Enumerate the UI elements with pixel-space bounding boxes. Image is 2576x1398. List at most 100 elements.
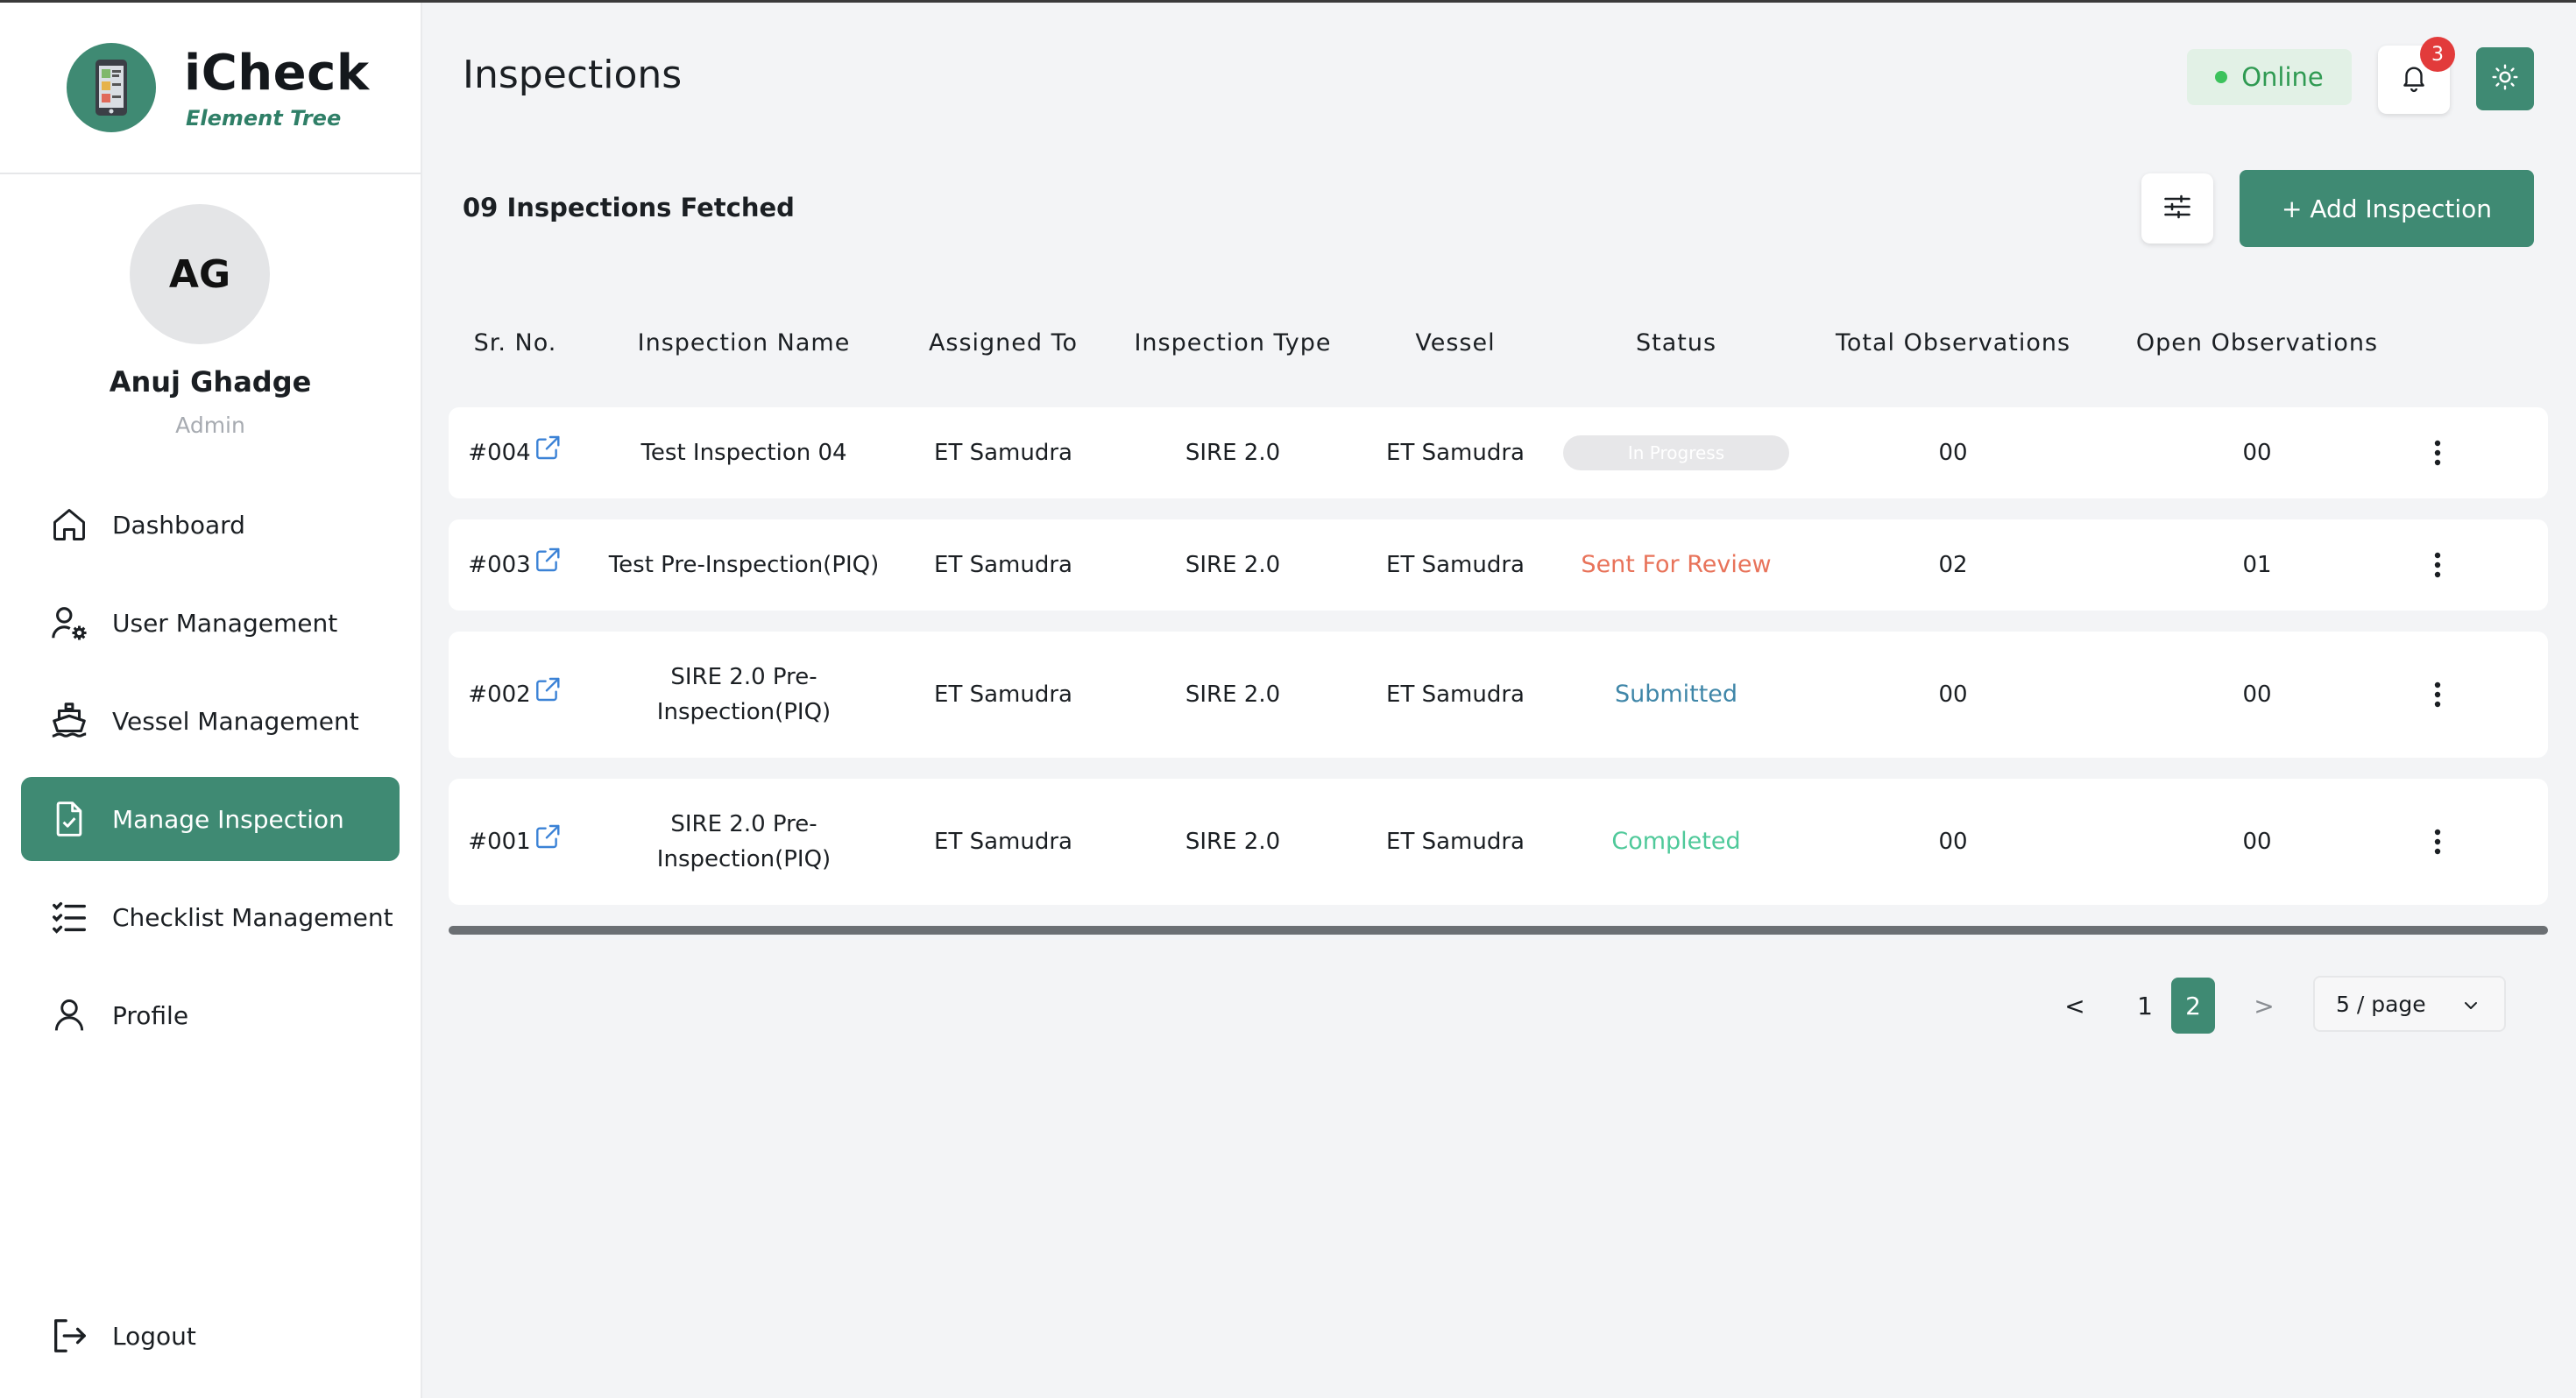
logout-icon <box>49 1316 89 1356</box>
brand-header: iCheck Element Tree <box>0 3 421 174</box>
external-link-icon[interactable] <box>534 823 563 861</box>
column-header-status[interactable]: Status <box>1636 329 1716 357</box>
inspection-type-cell: SIRE 2.0 <box>1185 440 1281 466</box>
sidebar-item-user-management[interactable]: User Management <box>21 581 400 665</box>
inspection-name-line: Test Inspection 04 <box>640 440 847 466</box>
vessel-cell: ET Samudra <box>1386 440 1525 466</box>
pagination-page-1[interactable]: 1 <box>2127 978 2162 1034</box>
inspection-name-line: Test Pre-Inspection(PIQ) <box>608 552 880 578</box>
sr-no-text: #004 <box>468 440 531 466</box>
external-link-icon[interactable] <box>534 675 563 714</box>
chevron-down-icon <box>2460 995 2481 1021</box>
connection-status-badge: Online <box>2187 49 2352 105</box>
inspection-name-line: SIRE 2.0 Pre- <box>670 664 817 690</box>
status-badge: Submitted <box>1614 681 1738 708</box>
table-row[interactable]: #003 Test Pre-Inspection(PIQ) ET Samudra… <box>449 519 2548 611</box>
table-horizontal-scrollbar[interactable] <box>449 926 2548 935</box>
app-logo-icon <box>67 43 156 132</box>
inspection-type-cell: SIRE 2.0 <box>1185 681 1281 708</box>
notification-count-badge: 3 <box>2420 37 2455 72</box>
theme-toggle-button[interactable] <box>2476 47 2534 110</box>
inspection-name-cell: Test Pre-Inspection(PIQ) <box>609 547 880 582</box>
pagination-page-2[interactable]: 2 <box>2171 978 2215 1034</box>
assigned-to-cell: ET Samudra <box>934 552 1072 578</box>
user-name: Anuj Ghadge <box>109 365 312 399</box>
sidebar-item-checklist-management[interactable]: Checklist Management <box>21 875 400 959</box>
row-actions-more-icon[interactable] <box>2420 547 2455 582</box>
column-header-total-observations[interactable]: Total Observations <box>1836 329 2070 357</box>
sr-no-cell[interactable]: #003 <box>468 546 562 584</box>
vessel-cell: ET Samudra <box>1386 829 1525 855</box>
column-header-assigned-to[interactable]: Assigned To <box>929 329 1078 357</box>
row-actions-more-icon[interactable] <box>2420 677 2455 712</box>
add-inspection-button[interactable]: + Add Inspection <box>2240 170 2534 247</box>
logout-button[interactable]: Logout <box>21 1294 400 1378</box>
open-observations-cell: 00 <box>2242 829 2272 855</box>
sidebar-item-label: User Management <box>112 608 338 638</box>
external-link-icon[interactable] <box>534 546 563 584</box>
open-observations-cell: 01 <box>2242 552 2272 578</box>
sidebar-item-label: Vessel Management <box>112 706 359 736</box>
inspection-type-cell: SIRE 2.0 <box>1185 829 1281 855</box>
online-dot-icon <box>2215 71 2228 83</box>
column-header-open-observations[interactable]: Open Observations <box>2136 329 2378 357</box>
sr-no-cell[interactable]: #002 <box>468 675 562 714</box>
sidebar-item-dashboard[interactable]: Dashboard <box>21 483 400 567</box>
avatar[interactable]: AG <box>130 204 270 344</box>
status-badge: Completed <box>1611 828 1741 855</box>
status-badge: Sent For Review <box>1581 551 1772 578</box>
sidebar-item-profile[interactable]: Profile <box>21 973 400 1057</box>
bell-icon <box>2399 63 2429 96</box>
total-observations-cell: 00 <box>1938 681 1968 708</box>
ship-icon <box>49 701 89 741</box>
sr-no-text: #002 <box>468 681 531 708</box>
table-row[interactable]: #004 Test Inspection 04 ET Samudra SIRE … <box>449 407 2548 498</box>
brand-subtitle: Element Tree <box>186 106 342 131</box>
sidebar-item-label: Checklist Management <box>112 902 393 932</box>
pagination-next-button[interactable]: > <box>2247 978 2282 1034</box>
sidebar-item-label: Profile <box>112 1000 189 1030</box>
filter-button[interactable] <box>2141 173 2213 244</box>
sliders-icon <box>2162 191 2193 226</box>
page-title: Inspections <box>463 53 683 97</box>
table-row[interactable]: #002 SIRE 2.0 Pre- Inspection(PIQ) ET Sa… <box>449 632 2548 758</box>
total-observations-cell: 02 <box>1938 552 1968 578</box>
row-actions-more-icon[interactable] <box>2420 824 2455 859</box>
sidebar-item-vessel-management[interactable]: Vessel Management <box>21 679 400 763</box>
external-link-icon[interactable] <box>534 434 563 472</box>
home-icon <box>49 505 89 545</box>
checklist-icon <box>49 897 89 937</box>
column-header-inspection-name[interactable]: Inspection Name <box>638 329 851 357</box>
sidebar-item-label: Manage Inspection <box>112 804 344 834</box>
brand-name: iCheck <box>184 45 370 102</box>
sidebar-item-label: Dashboard <box>112 510 245 540</box>
sidebar-nav: Dashboard User Management Vessel Managem… <box>21 483 400 1071</box>
page-size-value: 5 / page <box>2336 991 2426 1017</box>
table-row[interactable]: #001 SIRE 2.0 Pre- Inspection(PIQ) ET Sa… <box>449 779 2548 905</box>
row-actions-more-icon[interactable] <box>2420 435 2455 470</box>
pagination-prev-button[interactable]: < <box>2056 978 2094 1034</box>
page-size-select[interactable]: 5 / page <box>2313 976 2506 1032</box>
inspection-name-line: Inspection(PIQ) <box>656 846 832 872</box>
assigned-to-cell: ET Samudra <box>934 440 1072 466</box>
sr-no-cell[interactable]: #004 <box>468 434 562 472</box>
sidebar-item-manage-inspection[interactable]: Manage Inspection <box>21 777 400 861</box>
open-observations-cell: 00 <box>2242 681 2272 708</box>
column-header-sr-no[interactable]: Sr. No. <box>474 329 557 357</box>
inspection-type-cell: SIRE 2.0 <box>1185 552 1281 578</box>
assigned-to-cell: ET Samudra <box>934 829 1072 855</box>
inspection-name-line: Inspection(PIQ) <box>656 699 832 725</box>
column-header-vessel[interactable]: Vessel <box>1415 329 1495 357</box>
column-header-inspection-type[interactable]: Inspection Type <box>1134 329 1331 357</box>
sidebar: iCheck Element Tree AG Anuj Ghadge Admin… <box>0 3 422 1398</box>
inspection-name-cell: SIRE 2.0 Pre- Inspection(PIQ) <box>657 807 831 877</box>
inspection-name-cell: Test Inspection 04 <box>640 435 846 470</box>
user-gear-icon <box>49 603 89 643</box>
total-observations-cell: 00 <box>1938 440 1968 466</box>
inspection-name-cell: SIRE 2.0 Pre- Inspection(PIQ) <box>657 660 831 730</box>
total-observations-cell: 00 <box>1938 829 1968 855</box>
connection-status-text: Online <box>2241 62 2324 92</box>
document-check-icon <box>49 799 89 839</box>
logout-label: Logout <box>112 1321 196 1351</box>
sr-no-cell[interactable]: #001 <box>468 823 562 861</box>
